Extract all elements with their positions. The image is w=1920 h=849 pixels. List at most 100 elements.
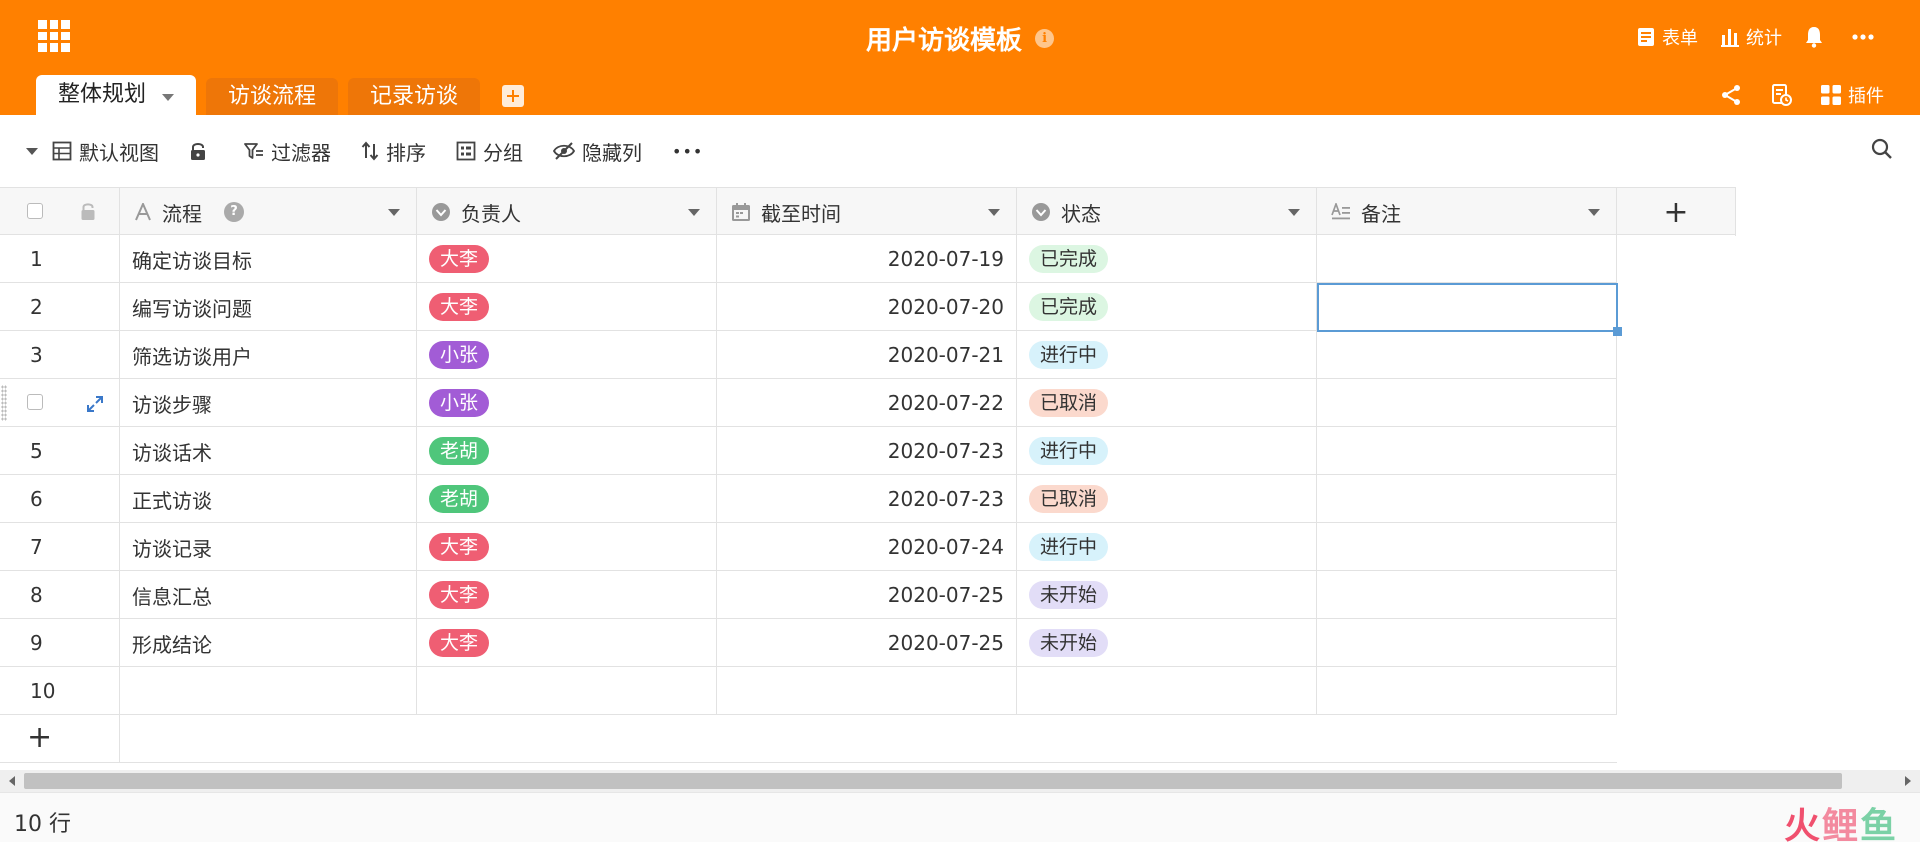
table-row[interactable]: 8 信息汇总 大李 2020-07-25 未开始 [0, 571, 1617, 619]
process-cell[interactable]: 筛选访谈用户 [120, 331, 417, 379]
filter-button[interactable]: 过滤器 [244, 137, 331, 166]
plugins-button[interactable]: 插件 [1820, 82, 1884, 108]
deadline-cell[interactable] [717, 667, 1017, 715]
tab-overall-plan[interactable]: 整体规划 [36, 75, 197, 115]
status-cell[interactable]: 已取消 [1017, 379, 1317, 427]
status-cell[interactable]: 已取消 [1017, 475, 1317, 523]
form-button[interactable]: 表单 [1636, 24, 1698, 50]
scrollbar-thumb[interactable] [24, 773, 1842, 789]
deadline-cell[interactable]: 2020-07-24 [717, 523, 1017, 571]
process-cell[interactable]: 形成结论 [120, 619, 417, 667]
column-menu-caret-icon[interactable] [688, 209, 700, 216]
notes-cell[interactable] [1317, 427, 1617, 475]
stats-button[interactable]: 统计 [1720, 24, 1782, 50]
hide-columns-button[interactable]: 隐藏列 [553, 137, 642, 166]
table-row[interactable]: 9 形成结论 大李 2020-07-25 未开始 [0, 619, 1617, 667]
column-menu-caret-icon[interactable] [1588, 209, 1600, 216]
scroll-left-arrow-icon[interactable] [9, 776, 15, 786]
status-cell[interactable]: 进行中 [1017, 331, 1317, 379]
owner-cell[interactable]: 大李 [417, 235, 717, 283]
status-cell[interactable]: 未开始 [1017, 619, 1317, 667]
status-cell[interactable] [1017, 667, 1317, 715]
tab-interview-process[interactable]: 访谈流程 [206, 78, 339, 115]
owner-cell[interactable]: 大李 [417, 283, 717, 331]
status-cell[interactable]: 进行中 [1017, 427, 1317, 475]
process-cell[interactable]: 信息汇总 [120, 571, 417, 619]
column-menu-caret-icon[interactable] [388, 209, 400, 216]
tab-record-interview[interactable]: 记录访谈 [348, 78, 481, 115]
column-header-status[interactable]: 状态 [1017, 188, 1317, 236]
more-options-button[interactable]: ••• [672, 142, 703, 161]
owner-cell[interactable]: 小张 [417, 331, 717, 379]
deadline-cell[interactable]: 2020-07-21 [717, 331, 1017, 379]
notes-cell[interactable] [1317, 475, 1617, 523]
column-header-process[interactable]: 流程 ? [120, 188, 417, 236]
more-menu-button[interactable] [1852, 34, 1880, 40]
drag-handle-icon[interactable] [1, 385, 7, 421]
table-row[interactable]: 10 [0, 667, 1617, 715]
notes-cell[interactable] [1317, 667, 1617, 715]
column-header-notes[interactable]: 备注 [1317, 188, 1617, 236]
group-button[interactable]: 分组 [456, 137, 523, 166]
status-cell[interactable]: 已完成 [1017, 235, 1317, 283]
column-header-deadline[interactable]: 截至时间 [717, 188, 1017, 236]
process-cell[interactable]: 访谈话术 [120, 427, 417, 475]
table-row[interactable]: 5 访谈话术 老胡 2020-07-23 进行中 [0, 427, 1617, 475]
process-cell[interactable]: 确定访谈目标 [120, 235, 417, 283]
row-checkbox[interactable] [27, 394, 43, 410]
owner-cell[interactable]: 老胡 [417, 475, 717, 523]
add-column-button[interactable]: + [1617, 188, 1736, 236]
view-switcher[interactable]: 默认视图 [52, 137, 159, 166]
lock-view-button[interactable] [189, 141, 214, 161]
notes-cell[interactable] [1317, 619, 1617, 667]
add-table-icon[interactable] [502, 85, 525, 107]
help-icon[interactable]: ? [224, 202, 244, 222]
process-cell[interactable]: 编写访谈问题 [120, 283, 417, 331]
deadline-cell[interactable]: 2020-07-22 [717, 379, 1017, 427]
apps-grid-icon[interactable] [38, 20, 70, 52]
deadline-cell[interactable]: 2020-07-25 [717, 571, 1017, 619]
process-cell[interactable]: 访谈步骤 [120, 379, 417, 427]
deadline-cell[interactable]: 2020-07-23 [717, 475, 1017, 523]
notes-cell[interactable] [1317, 379, 1617, 427]
owner-cell[interactable]: 大李 [417, 619, 717, 667]
status-cell[interactable]: 已完成 [1017, 283, 1317, 331]
select-all-checkbox[interactable] [27, 203, 43, 219]
notes-cell[interactable] [1317, 331, 1617, 379]
owner-cell[interactable]: 老胡 [417, 427, 717, 475]
table-row[interactable]: 3 筛选访谈用户 小张 2020-07-21 进行中 [0, 331, 1617, 379]
owner-cell[interactable] [417, 667, 717, 715]
info-icon[interactable]: i [1035, 29, 1055, 48]
status-cell[interactable]: 进行中 [1017, 523, 1317, 571]
chevron-down-icon[interactable] [162, 93, 175, 101]
table-row[interactable]: 访谈步骤 小张 2020-07-22 已取消 [0, 379, 1617, 427]
notes-cell[interactable] [1317, 571, 1617, 619]
column-header-owner[interactable]: 负责人 [417, 188, 717, 236]
table-row[interactable]: 7 访谈记录 大李 2020-07-24 进行中 [0, 523, 1617, 571]
process-cell[interactable]: 访谈记录 [120, 523, 417, 571]
owner-cell[interactable]: 小张 [417, 379, 717, 427]
notification-button[interactable] [1804, 26, 1830, 48]
deadline-cell[interactable]: 2020-07-20 [717, 283, 1017, 331]
scroll-right-arrow-icon[interactable] [1905, 776, 1911, 786]
table-row[interactable]: 1 确定访谈目标 大李 2020-07-19 已完成 [0, 235, 1617, 283]
owner-cell[interactable]: 大李 [417, 523, 717, 571]
deadline-cell[interactable]: 2020-07-19 [717, 235, 1017, 283]
share-button[interactable] [1720, 84, 1748, 106]
add-row-button[interactable]: + [27, 720, 52, 755]
notes-cell[interactable] [1317, 235, 1617, 283]
notes-cell[interactable] [1317, 523, 1617, 571]
table-row[interactable]: 6 正式访谈 老胡 2020-07-23 已取消 [0, 475, 1617, 523]
deadline-cell[interactable]: 2020-07-25 [717, 619, 1017, 667]
horizontal-scrollbar[interactable] [0, 770, 1920, 792]
process-cell[interactable]: 正式访谈 [120, 475, 417, 523]
process-cell[interactable] [120, 667, 417, 715]
sort-button[interactable]: 排序 [361, 137, 426, 166]
fill-handle[interactable] [1613, 327, 1622, 336]
base-title[interactable]: 用户访谈模板 [866, 26, 1022, 56]
owner-cell[interactable]: 大李 [417, 571, 717, 619]
search-button[interactable] [1870, 137, 1894, 165]
column-menu-caret-icon[interactable] [988, 209, 1000, 216]
expand-row-icon[interactable] [87, 396, 103, 412]
column-menu-caret-icon[interactable] [1288, 209, 1300, 216]
